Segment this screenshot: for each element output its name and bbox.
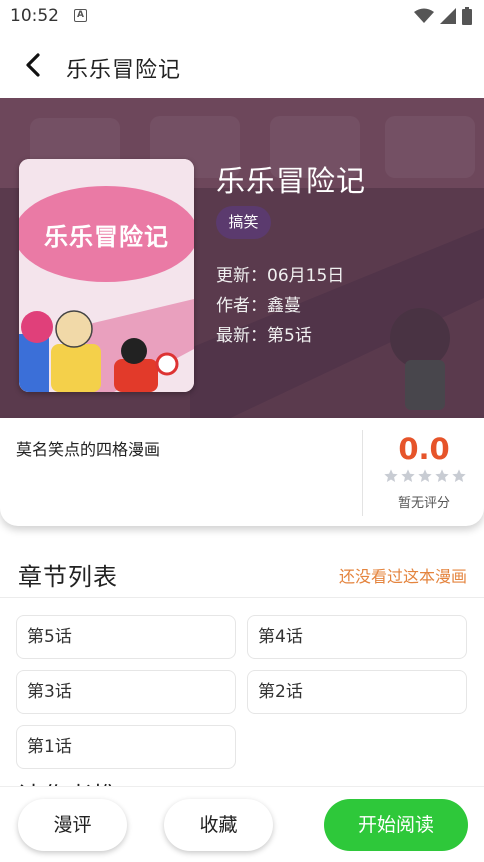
- info-card: 莫名笑点的四格漫画 0.0 暂无评分: [0, 418, 484, 526]
- star-icon: [384, 469, 398, 482]
- chapter-item[interactable]: 第1话: [16, 725, 236, 769]
- chevron-left-icon: [26, 53, 40, 77]
- latest-chapter: 最新：第5话: [216, 326, 312, 346]
- update-date: 更新：06月15日: [216, 266, 345, 286]
- status-time: 10:52: [10, 6, 59, 26]
- rating-stars: [383, 468, 467, 484]
- star-icon: [435, 469, 449, 482]
- star-icon: [418, 469, 432, 482]
- rating-label: 暂无评分: [397, 496, 450, 511]
- comic-description: 莫名笑点的四格漫画: [16, 440, 161, 459]
- comic-cover[interactable]: 乐乐冒险记: [19, 159, 194, 392]
- section-divider: [0, 597, 484, 598]
- favorite-button[interactable]: 收藏: [164, 799, 273, 851]
- reading-progress-hint[interactable]: 还没看过这本漫画: [339, 563, 467, 587]
- author: 作者：鑫蔓: [216, 296, 301, 316]
- comic-hero: 乐乐冒险记 乐乐冒险记 搞笑 更新：06月15日 作者：鑫蔓 最新：第5话: [0, 98, 484, 423]
- chapter-item[interactable]: 第4话: [247, 615, 467, 659]
- back-button[interactable]: [18, 50, 48, 80]
- comic-title: 乐乐冒险记: [216, 164, 367, 198]
- chapter-item[interactable]: 第3话: [16, 670, 236, 714]
- status-bar: 10:52 A: [0, 0, 484, 32]
- genre-tag[interactable]: 搞笑: [216, 206, 271, 239]
- star-icon: [401, 469, 415, 482]
- chapter-item[interactable]: 第2话: [247, 670, 467, 714]
- wifi-icon: [414, 8, 434, 23]
- star-icon: [452, 469, 466, 482]
- page-title: 乐乐冒险记: [66, 58, 182, 83]
- rating-score: 0.0: [398, 432, 450, 466]
- start-reading-button[interactable]: 开始阅读: [324, 799, 468, 851]
- divider: [362, 430, 363, 516]
- cover-title-text: 乐乐冒险记: [44, 223, 169, 251]
- status-icons: [414, 6, 472, 26]
- cover-art: [19, 159, 194, 392]
- chapter-list-title: 章节列表: [18, 563, 118, 591]
- review-button[interactable]: 漫评: [18, 799, 127, 851]
- app-bar: 乐乐冒险记: [0, 32, 484, 98]
- chapter-item[interactable]: 第5话: [16, 615, 236, 659]
- a-icon: A: [74, 9, 87, 22]
- signal-icon: [440, 8, 456, 24]
- battery-icon: [462, 7, 472, 25]
- bottom-action-bar: 漫评 收藏 开始阅读: [0, 786, 484, 862]
